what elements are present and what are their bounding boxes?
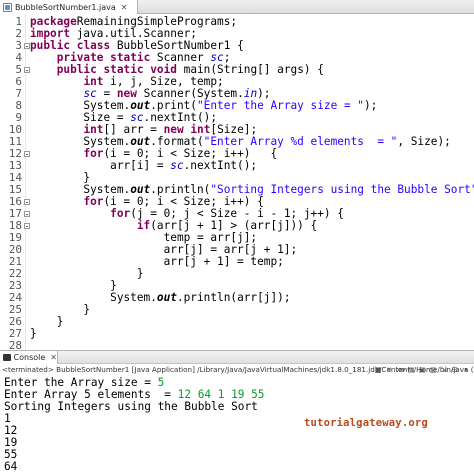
watermark-text: tutorialgateway.org	[304, 417, 428, 429]
console-toolbar-button[interactable]: ⇲	[440, 366, 448, 374]
console-icon	[3, 354, 11, 361]
console-view-header: Console ✕	[0, 350, 474, 364]
console-prompt-text: 64	[4, 460, 18, 473]
code-text: }	[30, 327, 37, 340]
java-file-icon	[3, 2, 12, 12]
console-toolbar: ■ ✕ ⋙ ▤ ▣ ▥ ⇲ ⊟ ▾	[374, 366, 470, 374]
console-toolbar-button[interactable]: ▥	[429, 366, 437, 374]
console-toolbar-button[interactable]: ✕	[385, 366, 393, 374]
console-output-line: Sorting Integers using the Bubble Sort	[4, 401, 258, 413]
console-toolbar-button[interactable]: ⊟	[451, 366, 459, 374]
editor-tab-bubblesortnumber1[interactable]: BubbleSortNumber1.java ✕	[0, 0, 138, 14]
editor-tab-label: BubbleSortNumber1.java	[15, 2, 116, 12]
editor-tab-bar: BubbleSortNumber1.java ✕	[0, 0, 474, 14]
console-tab[interactable]: Console ✕	[0, 351, 58, 364]
close-icon[interactable]: ✕	[121, 3, 128, 12]
close-icon[interactable]: ✕	[50, 353, 57, 362]
console-toolbar-button[interactable]: ■	[374, 366, 382, 374]
console-prompt-text: Sorting Integers using the Bubble Sort	[4, 400, 258, 413]
console-output-line: 64	[4, 461, 17, 473]
code-line[interactable]: 27}	[0, 328, 474, 340]
console-toolbar-button[interactable]: ▣	[418, 366, 426, 374]
code-editor[interactable]: 1 packageRemainingSimplePrograms; 2 import …	[0, 14, 474, 352]
console-tab-label: Console	[13, 353, 46, 362]
code-line[interactable]: 26 }	[0, 316, 474, 328]
console-toolbar-button[interactable]: ▾	[462, 366, 470, 374]
code-line[interactable]: 25 }	[0, 304, 474, 316]
console-toolbar-button[interactable]: ▤	[407, 366, 415, 374]
console-toolbar-button[interactable]: ⋙	[396, 366, 406, 374]
